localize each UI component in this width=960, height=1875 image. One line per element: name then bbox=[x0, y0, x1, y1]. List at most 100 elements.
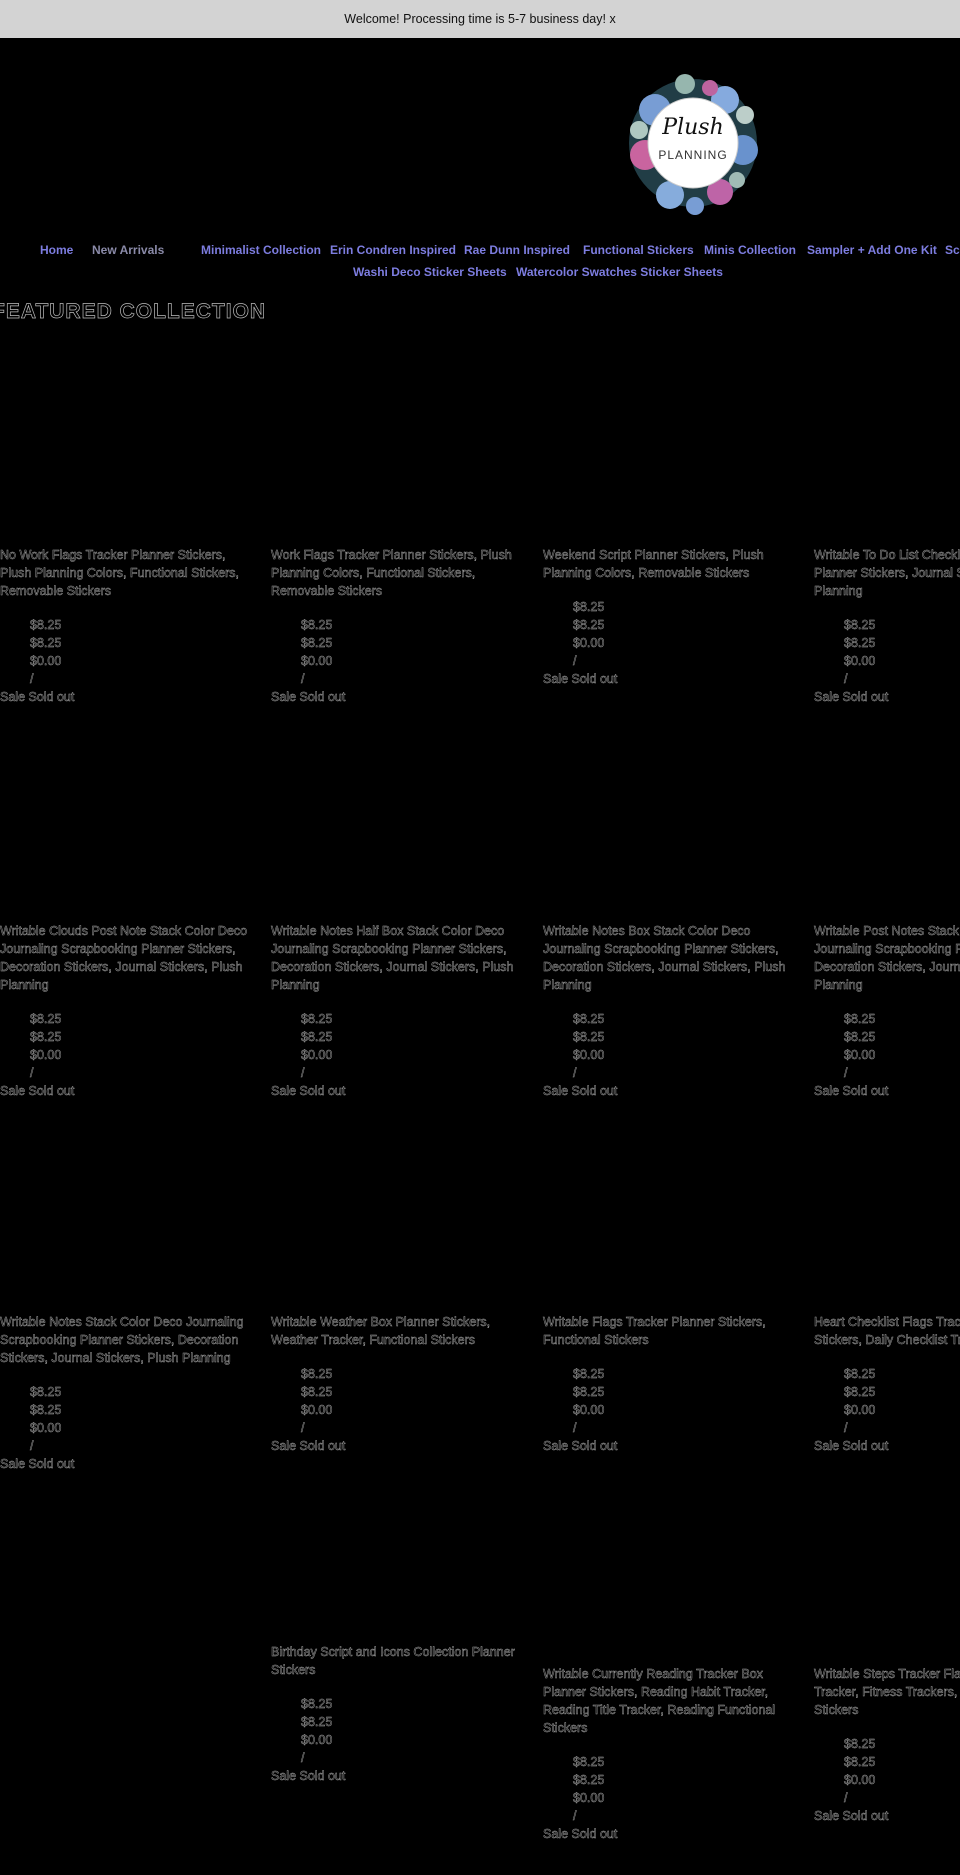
unit-price: $0.00 bbox=[30, 1421, 62, 1435]
unit-price: $0.00 bbox=[844, 1403, 876, 1417]
unit-price: $0.00 bbox=[30, 1048, 62, 1062]
product-title[interactable]: Writable Currently Reading Tracker Box P… bbox=[543, 1665, 793, 1737]
product-card[interactable]: Writable Weather Box Planner Stickers, W… bbox=[271, 1313, 521, 1455]
price-block: $8.25 $8.25 $0.00 / bbox=[271, 616, 521, 688]
sale-sold-out-badge: Sale Sold out bbox=[271, 690, 346, 704]
sale-price: $8.25 bbox=[301, 1385, 333, 1399]
product-card[interactable]: Writable Notes Stack Color Deco Journali… bbox=[0, 1313, 250, 1473]
sale-sold-out-badge: Sale Sold out bbox=[271, 1439, 346, 1453]
sale-sold-out-badge: Sale Sold out bbox=[271, 1084, 346, 1098]
product-card[interactable]: Writable Notes Half Box Stack Color Deco… bbox=[271, 922, 521, 1100]
unit-separator: / bbox=[301, 672, 305, 686]
sale-price: $8.25 bbox=[573, 618, 605, 632]
regular-price: $8.25 bbox=[844, 1367, 876, 1381]
product-card[interactable]: Heart Checklist Flags Tracker Planner St… bbox=[814, 1313, 960, 1455]
product-title[interactable]: Writable Weather Box Planner Stickers, W… bbox=[271, 1313, 521, 1349]
price-block: $8.25 $8.25 $0.00 / bbox=[814, 1010, 960, 1082]
price-block: $8.25 $8.25 $0.00 / bbox=[814, 1365, 960, 1437]
regular-price: $8.25 bbox=[844, 1012, 876, 1026]
price-block: $8.25 $8.25 $0.00 / bbox=[543, 1365, 793, 1437]
sale-price: $8.25 bbox=[573, 1030, 605, 1044]
product-title[interactable]: Heart Checklist Flags Tracker Planner St… bbox=[814, 1313, 960, 1349]
regular-price: $8.25 bbox=[573, 1367, 605, 1381]
unit-price: $0.00 bbox=[573, 1048, 605, 1062]
product-card[interactable]: No Work Flags Tracker Planner Stickers, … bbox=[0, 546, 250, 706]
product-grid: No Work Flags Tracker Planner Stickers, … bbox=[0, 0, 960, 1875]
sale-sold-out-badge: Sale Sold out bbox=[814, 1084, 889, 1098]
unit-separator: / bbox=[844, 1791, 848, 1805]
product-card[interactable]: Weekend Script Planner Stickers, Plush P… bbox=[543, 546, 793, 688]
unit-price: $0.00 bbox=[844, 1048, 876, 1062]
sale-sold-out-badge: Sale Sold out bbox=[814, 690, 889, 704]
product-title[interactable]: Writable Flags Tracker Planner Stickers,… bbox=[543, 1313, 793, 1349]
price-block: $8.25 $8.25 $0.00 / bbox=[0, 1010, 250, 1082]
product-card[interactable]: Writable Currently Reading Tracker Box P… bbox=[543, 1665, 793, 1843]
regular-price: $8.25 bbox=[301, 618, 333, 632]
product-title[interactable]: Writable Post Notes Stack Color Deco Jou… bbox=[814, 922, 960, 994]
unit-separator: / bbox=[573, 654, 577, 668]
product-title[interactable]: Work Flags Tracker Planner Stickers, Plu… bbox=[271, 546, 521, 600]
sale-sold-out-badge: Sale Sold out bbox=[543, 672, 618, 686]
sale-price: $8.25 bbox=[844, 1385, 876, 1399]
product-title[interactable]: No Work Flags Tracker Planner Stickers, … bbox=[0, 546, 250, 600]
product-title[interactable]: Writable Steps Tracker Flags Walk Steps … bbox=[814, 1665, 960, 1719]
product-title[interactable]: Writable Notes Half Box Stack Color Deco… bbox=[271, 922, 521, 994]
sale-price: $8.25 bbox=[573, 1773, 605, 1787]
regular-price: $8.25 bbox=[844, 618, 876, 632]
unit-separator: / bbox=[573, 1809, 577, 1823]
unit-separator: / bbox=[30, 672, 34, 686]
product-card[interactable]: Writable Steps Tracker Flags Walk Steps … bbox=[814, 1665, 960, 1825]
regular-price: $8.25 bbox=[573, 1012, 605, 1026]
unit-price: $0.00 bbox=[844, 1773, 876, 1787]
product-card[interactable]: Writable Clouds Post Note Stack Color De… bbox=[0, 922, 250, 1100]
price-block: $8.25 $8.25 $0.00 / bbox=[814, 616, 960, 688]
product-card[interactable]: Work Flags Tracker Planner Stickers, Plu… bbox=[271, 546, 521, 706]
price-block: $8.25 $8.25 $0.00 / bbox=[543, 1010, 793, 1082]
sale-price: $8.25 bbox=[301, 636, 333, 650]
sale-sold-out-badge: Sale Sold out bbox=[543, 1827, 618, 1841]
sale-sold-out-badge: Sale Sold out bbox=[814, 1439, 889, 1453]
price-block: $8.25 $8.25 $0.00 / bbox=[0, 1383, 250, 1455]
sale-price: $8.25 bbox=[30, 1403, 62, 1417]
regular-price: $8.25 bbox=[301, 1367, 333, 1381]
product-card[interactable]: Birthday Script and Icons Collection Pla… bbox=[271, 1643, 521, 1785]
unit-separator: / bbox=[301, 1066, 305, 1080]
sale-price: $8.25 bbox=[844, 1030, 876, 1044]
sale-sold-out-badge: Sale Sold out bbox=[543, 1084, 618, 1098]
product-title[interactable]: Writable Notes Box Stack Color Deco Jour… bbox=[543, 922, 793, 994]
product-card[interactable]: Writable Flags Tracker Planner Stickers,… bbox=[543, 1313, 793, 1455]
product-title[interactable]: Writable Clouds Post Note Stack Color De… bbox=[0, 922, 250, 994]
sale-price: $8.25 bbox=[30, 1030, 62, 1044]
unit-separator: / bbox=[844, 1421, 848, 1435]
regular-price: $8.25 bbox=[30, 618, 62, 632]
unit-separator: / bbox=[30, 1066, 34, 1080]
regular-price: $8.25 bbox=[30, 1385, 62, 1399]
product-title[interactable]: Writable To Do List Checklist Scrapbooki… bbox=[814, 546, 960, 600]
unit-price: $0.00 bbox=[301, 1048, 333, 1062]
regular-price: $8.25 bbox=[573, 1755, 605, 1769]
unit-separator: / bbox=[301, 1421, 305, 1435]
price-block: $8.25 $8.25 $0.00 / bbox=[271, 1695, 521, 1767]
sale-sold-out-badge: Sale Sold out bbox=[0, 690, 75, 704]
product-card[interactable]: Writable Post Notes Stack Color Deco Jou… bbox=[814, 922, 960, 1100]
regular-price: $8.25 bbox=[844, 1737, 876, 1751]
price-block: $8.25 $8.25 $0.00 / bbox=[543, 598, 793, 670]
price-block: $8.25 $8.25 $0.00 / bbox=[814, 1735, 960, 1807]
unit-separator: / bbox=[573, 1421, 577, 1435]
sale-price: $8.25 bbox=[301, 1030, 333, 1044]
unit-price: $0.00 bbox=[301, 654, 333, 668]
product-card[interactable]: Writable Notes Box Stack Color Deco Jour… bbox=[543, 922, 793, 1100]
sale-price: $8.25 bbox=[844, 636, 876, 650]
product-title[interactable]: Birthday Script and Icons Collection Pla… bbox=[271, 1643, 521, 1679]
unit-separator: / bbox=[573, 1066, 577, 1080]
product-title[interactable]: Weekend Script Planner Stickers, Plush P… bbox=[543, 546, 793, 582]
sale-sold-out-badge: Sale Sold out bbox=[543, 1439, 618, 1453]
price-block: $8.25 $8.25 $0.00 / bbox=[0, 616, 250, 688]
product-title[interactable]: Writable Notes Stack Color Deco Journali… bbox=[0, 1313, 250, 1367]
price-block: $8.25 $8.25 $0.00 / bbox=[271, 1010, 521, 1082]
sale-price: $8.25 bbox=[30, 636, 62, 650]
regular-price: $8.25 bbox=[301, 1012, 333, 1026]
unit-price: $0.00 bbox=[573, 1403, 605, 1417]
product-card[interactable]: Writable To Do List Checklist Scrapbooki… bbox=[814, 546, 960, 706]
sale-sold-out-badge: Sale Sold out bbox=[271, 1769, 346, 1783]
